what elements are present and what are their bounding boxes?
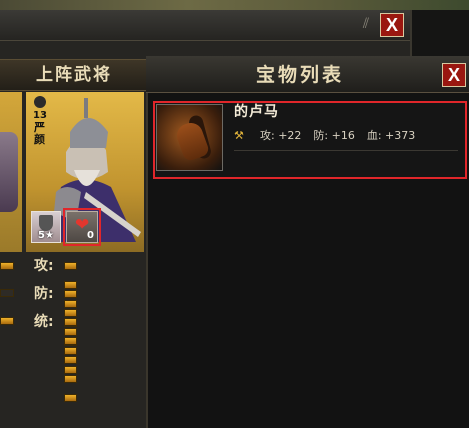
treasure-stat-attack: 攻: +22	[260, 129, 302, 142]
treasure-list-close-button[interactable]: X	[442, 63, 466, 87]
partial-hero-card[interactable]	[0, 92, 22, 252]
stat-label-defense: 防:	[34, 286, 54, 302]
shield-icon	[39, 215, 53, 231]
treasure-item-name: 的卢马	[234, 104, 279, 120]
equip-icon: ⚒	[234, 129, 244, 142]
highlight-box-treasure-slot	[63, 208, 101, 246]
hero-level-value: 13	[33, 110, 47, 121]
treasure-stat-defense: 防: +16	[313, 129, 355, 142]
map-background	[0, 0, 469, 10]
item-divider	[234, 150, 458, 151]
treasure-list-title: 宝物列表	[255, 64, 344, 86]
partial-stat-bar	[0, 317, 16, 336]
hero-name: 严颜	[34, 121, 45, 146]
treasure-item-stats: ⚒ 攻: +22 防: +16 血: +373	[234, 128, 427, 144]
hero-level: 13	[32, 96, 48, 121]
horse-icon[interactable]	[156, 104, 223, 171]
formation-titlebar	[0, 10, 410, 41]
stat-label-attack: 攻:	[34, 258, 54, 274]
stat-label-command: 统:	[34, 314, 54, 330]
hero-stars: 5★	[38, 230, 54, 241]
section-header-deployed-generals: 上阵武将	[0, 59, 148, 91]
partial-stat-bar	[0, 289, 16, 308]
partial-stat-bar	[0, 262, 16, 281]
hero-portrait-fragment	[0, 132, 18, 212]
stat-bar-command	[64, 318, 79, 413]
level-icon	[34, 96, 46, 108]
hero-star-badge[interactable]: 5★	[31, 211, 61, 243]
resize-grip-icon: ⫽	[362, 16, 370, 32]
formation-close-button[interactable]: X	[380, 13, 404, 37]
treasure-stat-hp: 血: +373	[366, 129, 416, 142]
